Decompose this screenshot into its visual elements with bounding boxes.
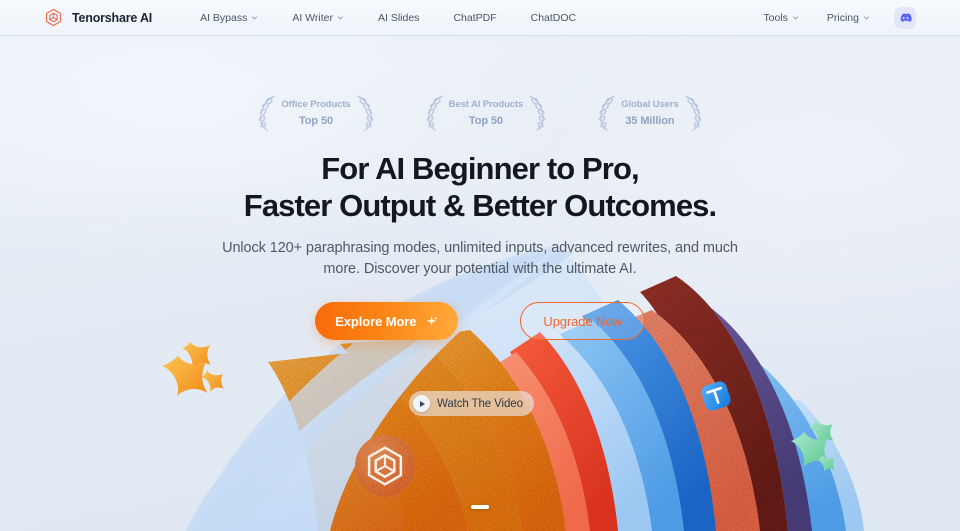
badge-title: Best AI Products — [448, 98, 524, 110]
nav-item-label: Tools — [763, 11, 788, 24]
carousel-indicator — [0, 505, 960, 509]
nav-item-ai-slides[interactable]: AI Slides — [361, 12, 436, 24]
headline-line-1: For AI Beginner to Pro, — [321, 151, 639, 186]
laurel-wreath-icon — [356, 95, 374, 131]
watch-video-button[interactable]: Watch The Video — [409, 391, 534, 416]
explore-more-label: Explore More — [335, 313, 417, 329]
hero-section: Tenorshare AI AI Bypass AI Writer AI Sli… — [0, 0, 960, 531]
subtitle-line-1: Unlock 120+ paraphrasing modes, unlimite… — [222, 240, 738, 256]
nav-item-chatdoc[interactable]: ChatDOC — [514, 12, 594, 24]
hexagon-logo-icon — [45, 8, 62, 27]
nav-item-pricing[interactable]: Pricing — [813, 12, 884, 24]
nav-item-tools[interactable]: Tools — [749, 12, 813, 24]
discord-button[interactable] — [894, 6, 916, 29]
badge-value: 35 Million — [625, 114, 675, 127]
brand-name: Tenorshare AI — [72, 10, 153, 25]
navbar: Tenorshare AI AI Bypass AI Writer AI Sli… — [0, 0, 960, 36]
chevron-down-icon — [863, 16, 870, 20]
upgrade-now-label: Upgrade Now — [543, 313, 622, 329]
nav-item-chatpdf[interactable]: ChatPDF — [436, 12, 513, 24]
play-circle-icon — [413, 395, 430, 412]
laurel-wreath-icon — [258, 95, 276, 131]
sparkle-icon — [426, 315, 439, 326]
page-title: For AI Beginner to Pro, Faster Output & … — [0, 150, 960, 224]
brand-logo[interactable]: Tenorshare AI — [44, 8, 152, 27]
explore-more-button[interactable]: Explore More — [315, 302, 459, 340]
nav-item-ai-bypass[interactable]: AI Bypass — [183, 12, 275, 24]
watch-video-label: Watch The Video — [437, 397, 523, 410]
laurel-wreath-icon — [426, 95, 443, 131]
nav-links: AI Bypass AI Writer AI Slides ChatPDF Ch… — [183, 12, 593, 24]
award-badge: Best AI Products Top 50 — [422, 94, 551, 132]
upgrade-now-button[interactable]: Upgrade Now — [520, 302, 645, 340]
laurel-wreath-icon — [529, 95, 546, 131]
discord-icon — [900, 12, 912, 22]
nav-item-ai-writer[interactable]: AI Writer — [275, 12, 361, 24]
headline-line-2: Faster Output & Better Outcomes. — [243, 188, 717, 223]
cta-group: Explore More Upgrade Now — [0, 302, 960, 340]
nav-item-label: Pricing — [826, 11, 859, 24]
nav-item-label: ChatDOC — [530, 11, 577, 24]
award-badge: Global Users 35 Million — [594, 94, 705, 132]
play-triangle — [419, 400, 425, 407]
badge-title: Global Users — [621, 98, 679, 110]
nav-item-label: AI Bypass — [200, 11, 248, 24]
nav-item-label: AI Slides — [378, 11, 420, 24]
subtitle-line-2: more. Discover your potential with the u… — [323, 261, 637, 277]
laurel-wreath-icon — [684, 95, 702, 131]
badge-value: Top 50 — [468, 114, 503, 127]
chevron-down-icon — [792, 16, 798, 20]
carousel-dot-active[interactable] — [471, 505, 489, 509]
star-3d-icon-yellow — [162, 342, 224, 396]
badge-title: Office Products — [281, 98, 351, 110]
laurel-wreath-icon — [598, 95, 615, 131]
nav-item-label: ChatPDF — [453, 11, 497, 24]
page-subtitle: Unlock 120+ paraphrasing modes, unlimite… — [0, 238, 960, 280]
nav-item-label: AI Writer — [292, 11, 333, 24]
badge-value: Top 50 — [298, 114, 334, 127]
award-badges: Office Products Top 50 Best AI Products … — [0, 94, 960, 132]
chevron-down-icon — [337, 16, 344, 20]
award-badge: Office Products Top 50 — [254, 94, 377, 132]
chevron-down-icon — [252, 16, 258, 20]
navbar-right: Tools Pricing — [749, 6, 916, 29]
illustration-logo-coin — [355, 435, 415, 497]
